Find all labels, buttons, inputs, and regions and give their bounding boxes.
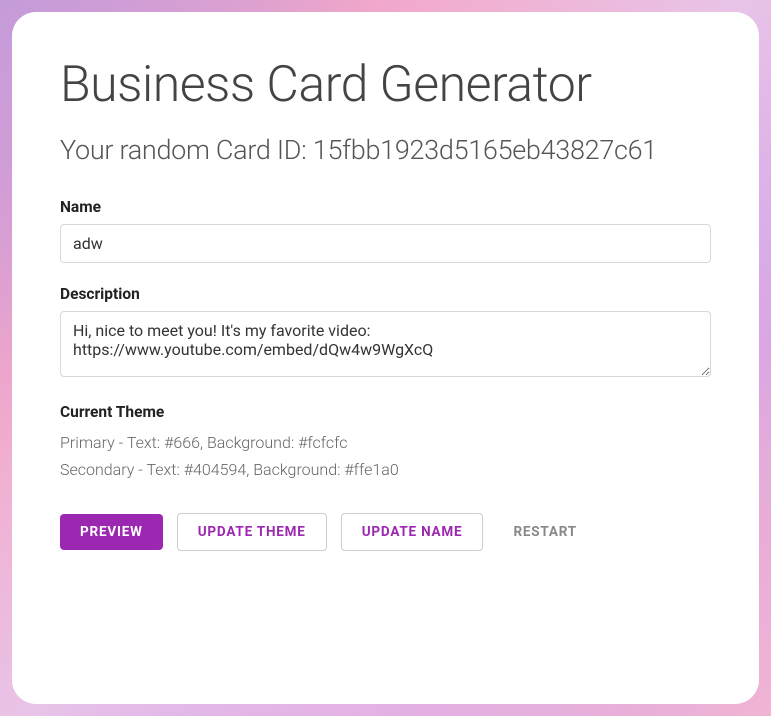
theme-section: Current Theme Primary - Text: #666, Back… — [60, 403, 711, 483]
restart-button[interactable]: RESTART — [497, 514, 593, 550]
update-name-button[interactable]: UPDATE NAME — [341, 513, 484, 551]
name-input[interactable] — [60, 224, 711, 263]
card-id-display: Your random Card ID: 15fbb1923d5165eb438… — [60, 134, 711, 166]
button-row: PREVIEW UPDATE THEME UPDATE NAME RESTART — [60, 513, 711, 551]
description-label: Description — [60, 285, 711, 303]
description-textarea[interactable] — [60, 311, 711, 377]
card-id-value: 15fbb1923d5165eb43827c61 — [313, 134, 657, 166]
description-field-group: Description — [60, 285, 711, 381]
theme-label: Current Theme — [60, 403, 711, 421]
theme-secondary-line: Secondary - Text: #404594, Background: #… — [60, 456, 711, 483]
preview-button[interactable]: PREVIEW — [60, 514, 163, 550]
theme-primary-line: Primary - Text: #666, Background: #fcfcf… — [60, 429, 711, 456]
update-theme-button[interactable]: UPDATE THEME — [177, 513, 327, 551]
page-title: Business Card Generator — [60, 56, 711, 114]
name-label: Name — [60, 198, 711, 216]
card-id-prefix: Your random Card ID: — [60, 134, 313, 166]
main-card: Business Card Generator Your random Card… — [12, 12, 759, 704]
name-field-group: Name — [60, 198, 711, 263]
